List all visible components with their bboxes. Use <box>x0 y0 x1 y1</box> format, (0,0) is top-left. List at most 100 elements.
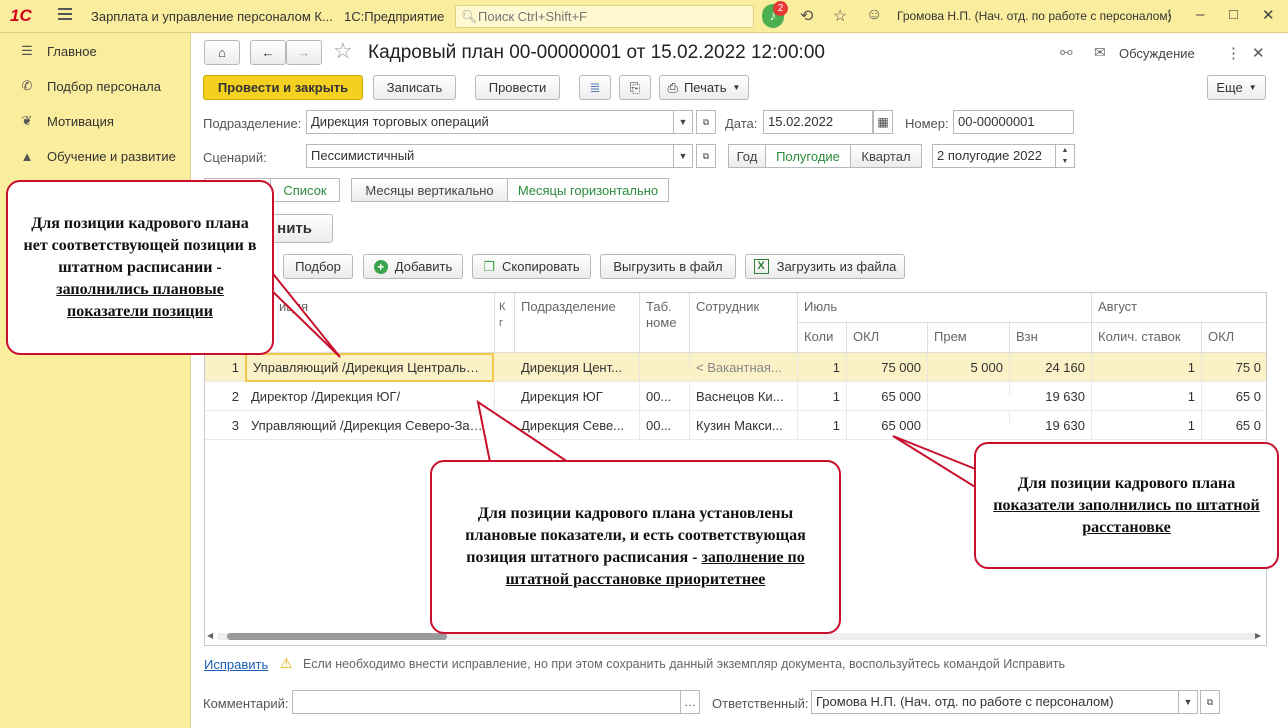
cell-tab-number[interactable]: 00... <box>640 411 690 440</box>
close-icon[interactable]: ✕ <box>1262 6 1275 24</box>
header-k[interactable]: К г <box>495 293 515 353</box>
form-more-icon[interactable]: ⋮ <box>1226 44 1241 62</box>
responsible-dropdown-icon[interactable]: ▼ <box>1178 690 1198 714</box>
cell-aug-okl[interactable]: 75 0 <box>1202 353 1266 382</box>
cell-july-vzn[interactable]: 19 630 <box>1010 411 1092 440</box>
discussion-icon[interactable]: ✉ <box>1094 44 1106 61</box>
sidebar-item-motivation[interactable]: ❦ Мотивация <box>18 111 114 131</box>
home-button[interactable]: ⌂ <box>204 40 240 65</box>
sidebar-item-main[interactable]: ☰ Главное <box>18 41 97 61</box>
period-field[interactable]: 2 полугодие 2022 <box>932 144 1056 168</box>
select-button[interactable]: Подбор <box>283 254 353 279</box>
cell-department[interactable]: Дирекция ЮГ <box>515 382 640 411</box>
attach-button[interactable]: ⎘ <box>619 75 651 100</box>
period-stepper-icon[interactable]: ▲ ▼ <box>1055 144 1075 168</box>
cell-july-prem[interactable] <box>928 411 1010 425</box>
cell-july-okl[interactable]: 65 000 <box>847 382 928 411</box>
current-user[interactable]: Громова Н.П. (Нач. отд. по работе с перс… <box>897 9 1172 23</box>
minimize-icon[interactable]: – <box>1196 6 1204 23</box>
maximize-icon[interactable]: □ <box>1229 6 1238 23</box>
print-button[interactable]: ⎙ Печать ▼ <box>659 75 749 100</box>
cell-tab-number[interactable] <box>640 353 690 367</box>
table-row[interactable]: 2 Директор /Дирекция ЮГ/ Дирекция ЮГ 00.… <box>205 382 1266 411</box>
cell-position[interactable]: Управляющий /Дирекция Центральны... <box>245 353 494 382</box>
scenario-field[interactable]: Пессимистичный <box>306 144 674 168</box>
cell-employee[interactable]: < Вакантная... <box>690 353 798 382</box>
department-open-icon[interactable]: ⧉ <box>696 110 716 134</box>
header-department[interactable]: Подразделение <box>515 293 640 353</box>
header-july-okl[interactable]: ОКЛ <box>847 323 928 353</box>
table-row[interactable]: 3 Управляющий /Дирекция Северо-Запад/ Ди… <box>205 411 1266 440</box>
cell-july-okl[interactable]: 65 000 <box>847 411 928 440</box>
number-field[interactable]: 00-00000001 <box>953 110 1074 134</box>
period-year-tab[interactable]: Год <box>728 144 766 168</box>
scenario-open-icon[interactable]: ⧉ <box>696 144 716 168</box>
cell-aug-okl[interactable]: 65 0 <box>1202 382 1266 411</box>
more-button[interactable]: Еще ▼ <box>1207 75 1266 100</box>
search-input[interactable] <box>478 8 748 25</box>
cell-aug-count[interactable]: 1 <box>1092 382 1202 411</box>
header-july-vzn[interactable]: Взн <box>1010 323 1092 353</box>
cell-employee[interactable]: Васнецов Ки... <box>690 382 798 411</box>
save-button[interactable]: Записать <box>373 75 456 100</box>
cell-july-prem[interactable] <box>928 382 1010 396</box>
department-field[interactable]: Дирекция торговых операций <box>306 110 674 134</box>
cell-aug-count[interactable]: 1 <box>1092 353 1202 382</box>
cell-aug-count[interactable]: 1 <box>1092 411 1202 440</box>
fix-link[interactable]: Исправить <box>204 657 268 672</box>
cell-department[interactable]: Дирекция Цент... <box>515 353 640 382</box>
responsible-open-icon[interactable]: ⧉ <box>1200 690 1220 714</box>
header-aug-count[interactable]: Колич. ставок <box>1092 323 1202 353</box>
cell-aug-okl[interactable]: 65 0 <box>1202 411 1266 440</box>
date-field[interactable]: 15.02.2022 <box>763 110 873 134</box>
import-from-file-button[interactable]: X Загрузить из файла <box>745 254 905 279</box>
view-tab-list[interactable]: Список <box>270 178 340 202</box>
header-aug-okl[interactable]: ОКЛ <box>1202 323 1266 353</box>
cell-july-count[interactable]: 1 <box>798 411 847 440</box>
comment-expand-icon[interactable]: … <box>680 690 700 714</box>
header-july[interactable]: Июль <box>798 293 1092 323</box>
post-and-close-button[interactable]: Провести и закрыть <box>203 75 363 100</box>
back-button[interactable]: ← <box>250 40 286 65</box>
scenario-dropdown-icon[interactable]: ▼ <box>673 144 693 168</box>
link-icon[interactable]: ⚯ <box>1060 44 1073 62</box>
cell-july-count[interactable]: 1 <box>798 382 847 411</box>
report-button[interactable]: ≣ <box>579 75 611 100</box>
header-july-count[interactable]: Коли <box>798 323 847 353</box>
menu-icon[interactable] <box>58 8 72 20</box>
favorite-star-icon[interactable]: ☆ <box>333 38 353 64</box>
scroll-right-icon[interactable]: ▶ <box>1255 631 1261 640</box>
horizontal-scrollbar[interactable] <box>217 633 1257 640</box>
cell-tab-number[interactable]: 00... <box>640 382 690 411</box>
sidebar-item-recruitment[interactable]: ✆ Подбор персонала <box>18 76 161 96</box>
view-tab-months-vertical[interactable]: Месяцы вертикально <box>351 178 508 202</box>
header-employee[interactable]: Сотрудник <box>690 293 798 353</box>
discussion-link[interactable]: Обсуждение <box>1119 46 1195 61</box>
responsible-field[interactable]: Громова Н.П. (Нач. отд. по работе с перс… <box>811 690 1179 714</box>
calendar-icon[interactable]: ▦ <box>873 110 893 134</box>
cell-july-vzn[interactable]: 24 160 <box>1010 353 1092 382</box>
cell-july-prem[interactable]: 5 000 <box>928 353 1010 382</box>
table-row[interactable]: 1 Управляющий /Дирекция Центральны... Ди… <box>205 353 1266 382</box>
period-quarter-tab[interactable]: Квартал <box>850 144 922 168</box>
form-close-icon[interactable]: ✕ <box>1252 44 1265 62</box>
sidebar-item-training[interactable]: ▲ Обучение и развитие <box>18 146 176 166</box>
forward-button[interactable]: → <box>286 40 322 65</box>
add-button[interactable]: + Добавить <box>363 254 463 279</box>
cell-position[interactable]: Управляющий /Дирекция Северо-Запад/ <box>245 411 495 440</box>
period-half-tab[interactable]: Полугодие <box>765 144 851 168</box>
department-dropdown-icon[interactable]: ▼ <box>673 110 693 134</box>
comment-field[interactable] <box>292 690 681 714</box>
cell-july-vzn[interactable]: 19 630 <box>1010 382 1092 411</box>
history-icon[interactable]: ⟲ <box>800 6 813 26</box>
export-to-file-button[interactable]: Выгрузить в файл <box>600 254 736 279</box>
copy-button[interactable]: ❐ Скопировать <box>472 254 591 279</box>
global-search[interactable]: 🔍︎ <box>455 5 754 28</box>
more-icon[interactable]: ⋮ <box>1162 6 1177 24</box>
cell-department[interactable]: Дирекция Севе... <box>515 411 640 440</box>
scrollbar-thumb[interactable] <box>227 633 447 640</box>
header-tab-number[interactable]: Таб. номе <box>640 293 690 353</box>
cell-july-count[interactable]: 1 <box>798 353 847 382</box>
user-icon[interactable]: ☺ <box>866 6 882 24</box>
app-logo[interactable]: 1С <box>10 6 32 26</box>
